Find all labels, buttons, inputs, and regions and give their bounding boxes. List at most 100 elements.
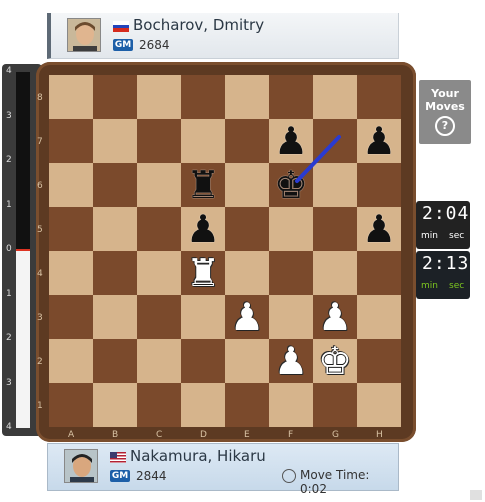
- file-label-g: G: [332, 430, 339, 440]
- file-label-c: C: [156, 430, 163, 440]
- square-a1[interactable]: [49, 383, 93, 427]
- bottom-player-rating: 2844: [136, 469, 167, 483]
- square-a5[interactable]: [49, 207, 93, 251]
- square-e7[interactable]: [225, 119, 269, 163]
- square-d3[interactable]: [181, 295, 225, 339]
- bottom-clock-min-label: min: [421, 281, 438, 291]
- square-a3[interactable]: [49, 295, 93, 339]
- square-d7[interactable]: [181, 119, 225, 163]
- file-label-a: A: [68, 430, 75, 440]
- your-moves-button[interactable]: Your Moves ?: [419, 80, 471, 144]
- eval-zero-marker: [16, 249, 30, 251]
- rank-label-1: 1: [37, 401, 43, 411]
- square-f6[interactable]: ♚: [269, 163, 313, 207]
- square-h8[interactable]: [357, 75, 401, 119]
- square-b6[interactable]: [93, 163, 137, 207]
- square-e3[interactable]: ♟: [225, 295, 269, 339]
- square-h4[interactable]: [357, 251, 401, 295]
- square-f5[interactable]: [269, 207, 313, 251]
- square-b2[interactable]: [93, 339, 137, 383]
- black-pawn-h7[interactable]: ♟: [362, 122, 396, 160]
- square-a4[interactable]: [49, 251, 93, 295]
- square-d8[interactable]: [181, 75, 225, 119]
- square-d5[interactable]: ♟: [181, 207, 225, 251]
- square-c1[interactable]: [137, 383, 181, 427]
- square-h7[interactable]: ♟: [357, 119, 401, 163]
- chess-board[interactable]: ♟ ♟ ♜ ♚ ♟ ♟ ♜ ♟ ♟ ♟ ♚: [49, 75, 401, 427]
- square-g4[interactable]: [313, 251, 357, 295]
- square-a6[interactable]: [49, 163, 93, 207]
- black-king-f6[interactable]: ♚: [274, 166, 308, 204]
- top-clock-time: 2:04: [422, 203, 470, 224]
- square-d1[interactable]: [181, 383, 225, 427]
- square-f1[interactable]: [269, 383, 313, 427]
- your-moves-label-2: Moves: [425, 100, 465, 113]
- square-f8[interactable]: [269, 75, 313, 119]
- white-rook-d4[interactable]: ♜: [186, 254, 220, 292]
- top-clock-sec-label: sec: [449, 231, 465, 241]
- black-rook-d6[interactable]: ♜: [186, 166, 220, 204]
- square-h6[interactable]: [357, 163, 401, 207]
- square-c2[interactable]: [137, 339, 181, 383]
- help-icon[interactable]: ?: [435, 116, 455, 136]
- square-a8[interactable]: [49, 75, 93, 119]
- black-pawn-d5[interactable]: ♟: [186, 210, 220, 248]
- square-h3[interactable]: [357, 295, 401, 339]
- square-h5[interactable]: ♟: [357, 207, 401, 251]
- square-c6[interactable]: [137, 163, 181, 207]
- square-b1[interactable]: [93, 383, 137, 427]
- square-e5[interactable]: [225, 207, 269, 251]
- square-b7[interactable]: [93, 119, 137, 163]
- square-h2[interactable]: [357, 339, 401, 383]
- square-f3[interactable]: [269, 295, 313, 339]
- white-pawn-e3[interactable]: ♟: [230, 298, 264, 336]
- square-h1[interactable]: [357, 383, 401, 427]
- square-e8[interactable]: [225, 75, 269, 119]
- top-player-name[interactable]: Bocharov, Dmitry: [133, 16, 264, 34]
- square-e6[interactable]: [225, 163, 269, 207]
- square-g2[interactable]: ♚: [313, 339, 357, 383]
- square-c3[interactable]: [137, 295, 181, 339]
- bottom-clock-time: 2:13: [422, 253, 470, 274]
- square-f4[interactable]: [269, 251, 313, 295]
- bottom-player-avatar: [64, 449, 98, 483]
- square-e1[interactable]: [225, 383, 269, 427]
- square-g1[interactable]: [313, 383, 357, 427]
- square-d6[interactable]: ♜: [181, 163, 225, 207]
- square-g5[interactable]: [313, 207, 357, 251]
- file-label-e: E: [244, 430, 250, 440]
- square-c7[interactable]: [137, 119, 181, 163]
- square-e4[interactable]: [225, 251, 269, 295]
- square-a7[interactable]: [49, 119, 93, 163]
- square-b4[interactable]: [93, 251, 137, 295]
- square-c8[interactable]: [137, 75, 181, 119]
- square-b5[interactable]: [93, 207, 137, 251]
- bottom-player-title-badge: GM: [110, 470, 130, 482]
- square-c5[interactable]: [137, 207, 181, 251]
- square-a2[interactable]: [49, 339, 93, 383]
- square-g7[interactable]: [313, 119, 357, 163]
- square-b3[interactable]: [93, 295, 137, 339]
- black-pawn-f7[interactable]: ♟: [274, 122, 308, 160]
- square-f2[interactable]: ♟: [269, 339, 313, 383]
- square-d4[interactable]: ♜: [181, 251, 225, 295]
- file-label-b: B: [112, 430, 119, 440]
- rank-label-5: 5: [37, 225, 43, 235]
- top-player-avatar: [67, 18, 101, 52]
- bottom-player-name[interactable]: Nakamura, Hikaru: [130, 447, 266, 465]
- rank-label-4: 4: [37, 269, 43, 279]
- white-king-g2[interactable]: ♚: [318, 342, 352, 380]
- eval-tick-2: 2: [6, 155, 12, 165]
- square-g6[interactable]: [313, 163, 357, 207]
- square-e2[interactable]: [225, 339, 269, 383]
- square-f7[interactable]: ♟: [269, 119, 313, 163]
- square-g3[interactable]: ♟: [313, 295, 357, 339]
- white-pawn-g3[interactable]: ♟: [318, 298, 352, 336]
- square-b8[interactable]: [93, 75, 137, 119]
- square-c4[interactable]: [137, 251, 181, 295]
- black-pawn-h5[interactable]: ♟: [362, 210, 396, 248]
- square-d2[interactable]: [181, 339, 225, 383]
- eval-tick-7: 3: [6, 377, 12, 388]
- white-pawn-f2[interactable]: ♟: [274, 342, 308, 380]
- square-g8[interactable]: [313, 75, 357, 119]
